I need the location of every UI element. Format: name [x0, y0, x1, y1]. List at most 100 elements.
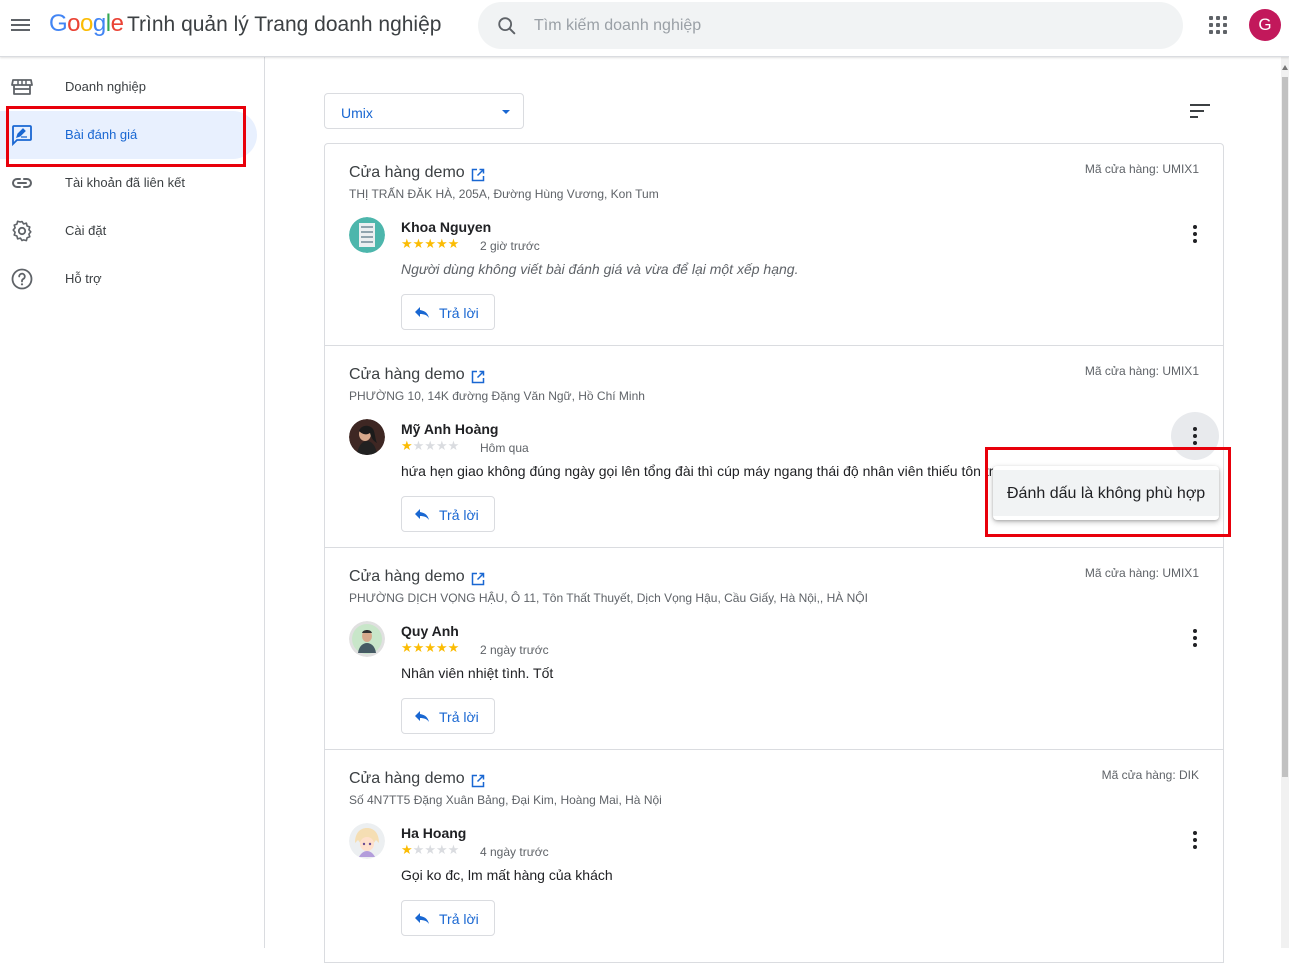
star-empty-icon: ★	[447, 438, 460, 453]
reply-button[interactable]: Trả lời	[401, 900, 495, 936]
sidebar-item-label: Cài đặt	[65, 223, 107, 238]
star-empty-icon: ★	[424, 438, 436, 453]
hamburger-menu-icon[interactable]	[10, 16, 32, 34]
review-options-menu: Đánh dấu là không phù hợp	[993, 466, 1219, 520]
review-text: Nhân viên nhiệt tình. Tốt	[401, 665, 554, 681]
help-icon	[11, 268, 33, 290]
store-code: Mã cửa hàng: DIK	[1101, 768, 1199, 782]
reply-button[interactable]: Trả lời	[401, 496, 495, 532]
star-filled-icon: ★	[435, 640, 448, 655]
star-filled-icon: ★	[401, 640, 413, 655]
sort-icon[interactable]	[1188, 100, 1212, 122]
star-empty-icon: ★	[435, 438, 448, 453]
review-time: 4 ngày trước	[480, 845, 549, 859]
reply-icon	[415, 307, 429, 318]
search-input[interactable]	[534, 12, 1154, 40]
star-filled-icon: ★	[401, 842, 413, 857]
open-in-new-icon[interactable]	[471, 774, 485, 788]
review-card: Cửa hàng demo PHƯỜNG DỊCH VỌNG HẬU, Ô 11…	[325, 548, 1223, 750]
review-time: 2 ngày trước	[480, 643, 549, 657]
review-text: Gọi ko đc, lm mất hàng của khách	[401, 867, 613, 883]
open-in-new-icon[interactable]	[471, 572, 485, 586]
reply-label: Trả lời	[439, 507, 479, 523]
review-time: Hôm qua	[480, 441, 529, 455]
sidebar-item-label: Tài khoản đã liên kết	[65, 175, 185, 190]
more-options-icon[interactable]	[1171, 210, 1219, 258]
rate-review-icon	[12, 125, 32, 147]
star-filled-icon: ★	[447, 640, 460, 655]
reply-icon	[415, 509, 429, 520]
store-code: Mã cửa hàng: UMIX1	[1084, 162, 1199, 176]
star-rating: ★★★★★	[401, 438, 459, 454]
reply-label: Trả lời	[439, 709, 479, 725]
avatar	[349, 419, 385, 455]
search-box[interactable]	[478, 2, 1183, 49]
sidebar-item-businesses[interactable]: Doanh nghiệp	[0, 63, 257, 111]
store-filter-dropdown[interactable]: Umix	[324, 93, 524, 129]
reply-label: Trả lời	[439, 305, 479, 321]
scroll-up-icon[interactable]	[1282, 65, 1288, 70]
sidebar-item-label: Doanh nghiệp	[65, 79, 146, 94]
star-filled-icon: ★	[401, 236, 413, 251]
search-icon[interactable]	[496, 15, 518, 37]
sidebar-item-reviews[interactable]: Bài đánh giá	[0, 111, 257, 159]
review-text: Người dùng không viết bài đánh giá và vừ…	[401, 261, 799, 277]
reviewer-name: Mỹ Anh Hoàng	[401, 421, 499, 437]
store-name: Cửa hàng demo	[349, 366, 465, 383]
gear-icon	[12, 220, 32, 242]
star-filled-icon: ★	[424, 236, 436, 251]
sidebar-item-linked-accounts[interactable]: Tài khoản đã liên kết	[0, 159, 257, 207]
star-empty-icon: ★	[435, 842, 448, 857]
store-name: Cửa hàng demo	[349, 770, 465, 787]
logo-letter: G	[49, 10, 68, 37]
review-text: hứa hẹn giao không đúng ngày gọi lên tổn…	[401, 463, 994, 479]
logo-letter: e	[110, 10, 124, 37]
sidebar-item-settings[interactable]: Cài đặt	[0, 207, 257, 255]
page-scrollbar[interactable]	[1281, 57, 1289, 948]
scrollbar-thumb[interactable]	[1282, 77, 1288, 777]
reply-icon	[415, 711, 429, 722]
avatar	[349, 217, 385, 253]
star-filled-icon: ★	[447, 236, 460, 251]
reply-button[interactable]: Trả lời	[401, 294, 495, 330]
account-avatar[interactable]: G	[1249, 9, 1281, 41]
more-options-icon[interactable]	[1171, 816, 1219, 864]
review-card: Cửa hàng demo Số 4N7TT5 Đặng Xuân Bảng, …	[325, 750, 1223, 952]
menu-item-label: Đánh dấu là không phù hợp	[1007, 485, 1206, 502]
star-filled-icon: ★	[435, 236, 448, 251]
more-options-icon[interactable]	[1171, 614, 1219, 662]
store-name: Cửa hàng demo	[349, 568, 465, 585]
reply-button[interactable]: Trả lời	[401, 698, 495, 734]
star-filled-icon: ★	[401, 438, 413, 453]
star-rating: ★★★★★	[401, 842, 459, 858]
top-app-bar: Google Trình quản lý Trang doanh nghiệp …	[0, 0, 1289, 57]
star-empty-icon: ★	[424, 842, 436, 857]
star-rating: ★★★★★	[401, 640, 459, 656]
reviewer-name: Quy Anh	[401, 623, 459, 639]
reply-label: Trả lời	[439, 911, 479, 927]
star-filled-icon: ★	[412, 236, 425, 251]
review-list: Cửa hàng demo THỊ TRẤN ĐĂK HÀ, 205A, Đườ…	[324, 143, 1224, 963]
store-code: Mã cửa hàng: UMIX1	[1084, 566, 1199, 580]
sidebar-item-help[interactable]: Hỗ trợ	[0, 255, 257, 303]
flag-inappropriate-menu-item[interactable]: Đánh dấu là không phù hợp	[993, 470, 1219, 516]
review-time: 2 giờ trước	[480, 239, 540, 253]
review-card: Cửa hàng demo THỊ TRẤN ĐĂK HÀ, 205A, Đườ…	[325, 144, 1223, 346]
store-filter-value: Umix	[341, 105, 373, 121]
open-in-new-icon[interactable]	[471, 168, 485, 182]
star-empty-icon: ★	[412, 438, 425, 453]
store-code: Mã cửa hàng: UMIX1	[1084, 364, 1199, 378]
open-in-new-icon[interactable]	[471, 370, 485, 384]
store-icon	[11, 79, 33, 95]
link-icon	[12, 178, 32, 188]
store-address: PHƯỜNG DỊCH VỌNG HẬU, Ô 11, Tôn Thất Thu…	[349, 591, 868, 605]
logo-letter: g	[92, 10, 106, 37]
sidebar-item-label: Hỗ trợ	[65, 271, 102, 286]
apps-grid-icon[interactable]	[1208, 15, 1228, 35]
store-address: PHƯỜNG 10, 14K đường Đặng Văn Ngữ, Hồ Ch…	[349, 389, 645, 403]
star-filled-icon: ★	[424, 640, 436, 655]
app-title: Trình quản lý Trang doanh nghiệp	[127, 13, 442, 36]
star-empty-icon: ★	[447, 842, 460, 857]
reply-icon	[415, 913, 429, 924]
more-options-icon[interactable]	[1171, 412, 1219, 460]
